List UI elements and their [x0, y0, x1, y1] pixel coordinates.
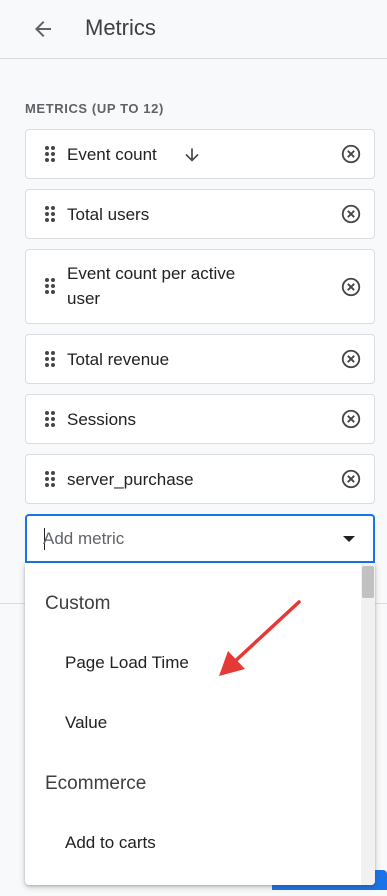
metric-chip-total-users[interactable]: Total users [25, 189, 375, 239]
metric-label: server_purchase [67, 470, 194, 489]
metric-label: Total revenue [67, 350, 170, 369]
drag-handle-icon[interactable] [45, 471, 55, 487]
metric-label: Event count per active user [67, 261, 235, 311]
metric-chip-event-count[interactable]: Event count [25, 129, 375, 179]
drag-handle-icon[interactable] [45, 351, 55, 367]
scrollbar-thumb[interactable] [362, 566, 374, 598]
header: Metrics [0, 0, 387, 59]
add-metric-input[interactable] [43, 527, 313, 551]
metric-label: Event count [67, 145, 157, 164]
scrollbar[interactable] [361, 563, 375, 885]
metric-label: Total users [67, 205, 150, 224]
remove-circle-icon[interactable] [340, 276, 362, 298]
metric-chip-server-purchase[interactable]: server_purchase [25, 454, 375, 504]
drag-handle-icon[interactable] [45, 146, 55, 162]
drag-handle-icon[interactable] [45, 411, 55, 427]
metric-label-line: user [67, 289, 101, 308]
remove-circle-icon[interactable] [340, 143, 362, 165]
add-metric-field[interactable] [25, 514, 375, 563]
page-title: Metrics [85, 15, 156, 40]
option-value[interactable]: Value [25, 699, 361, 747]
arrow-back-icon [35, 21, 51, 37]
metric-label: Sessions [67, 410, 136, 429]
remove-circle-icon[interactable] [340, 203, 362, 225]
section-label: METRICS (UP TO 12) [25, 101, 164, 116]
option-add-to-carts[interactable]: Add to carts [25, 819, 361, 867]
group-header-custom: Custom [45, 593, 111, 614]
group-header-ecommerce: Ecommerce [45, 773, 147, 794]
remove-circle-icon[interactable] [340, 468, 362, 490]
metric-dropdown-list: Custom Page Load Time Value Ecommerce Ad… [25, 563, 375, 885]
metric-label-line: Event count per active [67, 264, 236, 283]
metric-chip-total-revenue[interactable]: Total revenue [25, 334, 375, 384]
remove-circle-icon[interactable] [340, 348, 362, 370]
metric-chip-event-count-per-active-user[interactable]: Event count per active user [25, 249, 375, 324]
option-page-load-time[interactable]: Page Load Time [25, 639, 361, 687]
back-button[interactable] [26, 12, 60, 46]
drag-handle-icon[interactable] [45, 206, 55, 222]
arrow-down-icon[interactable] [182, 145, 202, 165]
metric-chip-sessions[interactable]: Sessions [25, 394, 375, 444]
remove-circle-icon[interactable] [340, 408, 362, 430]
dropdown-arrow-icon[interactable] [343, 536, 355, 542]
drag-handle-icon[interactable] [45, 278, 55, 294]
